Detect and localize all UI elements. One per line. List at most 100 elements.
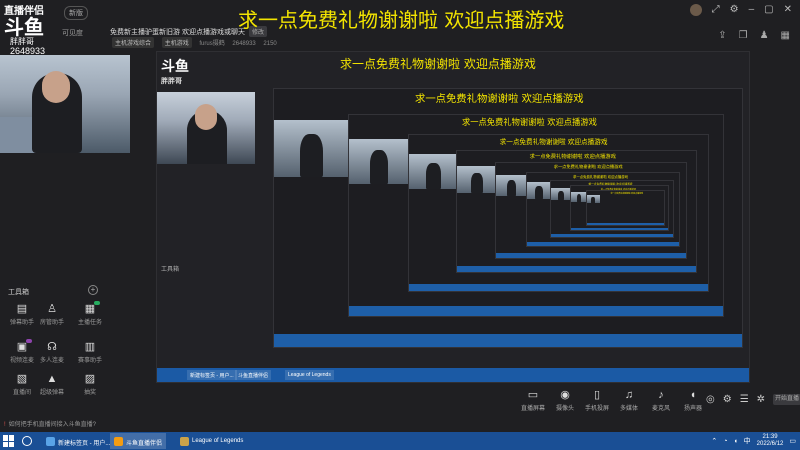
nested-webcam xyxy=(409,154,458,190)
tool-label: 直播间 xyxy=(12,390,31,396)
tool-button[interactable]: ♙ 房管助手 xyxy=(36,303,68,326)
webcam-overlay xyxy=(0,55,130,153)
preview-logo: 斗鱼 胖胖哥 xyxy=(161,56,189,86)
tool-button[interactable]: ☊ 多人连麦 xyxy=(36,341,68,364)
sliders-icon[interactable]: ☰ xyxy=(740,394,749,405)
action-screen-button[interactable]: ▭ 直播屏幕 xyxy=(520,389,546,412)
screen-icon: ▭ xyxy=(527,389,539,401)
followers-count: 2150 xyxy=(263,41,277,47)
microphone-icon: ♪ xyxy=(658,389,664,401)
subcategory-pill[interactable]: 主机游戏 xyxy=(161,37,192,48)
nested-webcam xyxy=(457,165,496,194)
preview-taskbar: 新建标签页 - 用户... 斗鱼直播伴侣 League of Legends xyxy=(157,368,749,382)
tray-expand-icon[interactable]: ⌃ xyxy=(711,437,717,445)
copy-icon[interactable]: ❐ xyxy=(739,30,748,41)
tool-button[interactable]: ▦ 主播任务 xyxy=(74,301,106,326)
tool-label: 多人连麦 xyxy=(39,358,64,364)
os-taskbar: 新建标签页 - 用户... 斗鱼直播伴侣 League of Legends ⌃… xyxy=(0,432,800,450)
clock-time: 21:39 xyxy=(762,434,778,440)
tools-add-icon[interactable]: + xyxy=(88,285,98,295)
action-label: 直播屏幕 xyxy=(520,406,545,412)
preview-taskbar-item: League of Legends xyxy=(285,370,334,380)
tool-button[interactable]: ▣ 视频连麦 xyxy=(6,339,38,364)
nested-banner: 求一点免费礼物谢谢啦 欢迎点播游戏 xyxy=(610,192,644,195)
nested-webcam xyxy=(571,191,587,202)
nested-banner: 求一点免费礼物谢谢啦 欢迎点播游戏 xyxy=(529,154,616,161)
notification-icon[interactable]: ▭ xyxy=(789,437,796,445)
preview-banner: 求一点免费礼物谢谢啦 欢迎点播游戏 xyxy=(340,57,536,71)
system-tray: ⌃ ◔ ◖ 中 21:39 2022/6/12 ▭ xyxy=(711,434,796,448)
taskbar-item-label: 新建标签页 - 用户... xyxy=(58,441,111,447)
nested-banner: 求一点免费礼物谢谢啦 欢迎点播游戏 xyxy=(499,138,608,147)
tool-button[interactable]: ▲ 超级弹幕 xyxy=(36,373,68,396)
nested-taskbar xyxy=(526,242,679,247)
visibility-label[interactable]: 可见度 xyxy=(62,28,83,38)
top-toolbar: ⇪ ❐ ♟ ▦ xyxy=(718,30,790,41)
tool-icon: ♙ xyxy=(47,303,57,315)
settings-icon[interactable]: ⚙ xyxy=(730,4,739,16)
people-icon[interactable]: ♟ xyxy=(760,30,769,41)
right-controls: ◎ ⚙ ☰ ✲ 开始直播 xyxy=(706,394,800,405)
taskbar-item-lol[interactable]: League of Legends xyxy=(176,433,247,449)
nested-banner: 求一点免费礼物谢谢啦 欢迎点播游戏 xyxy=(572,175,629,180)
taskbar-item-label: League of Legends xyxy=(192,438,244,444)
action-speaker-button[interactable]: ◖ 扬声器 xyxy=(680,389,706,412)
expand-icon[interactable]: ⤢ xyxy=(712,4,720,16)
share-icon[interactable]: ⇪ xyxy=(718,30,726,41)
tool-button[interactable]: ▧ 直播间 xyxy=(6,373,38,396)
help-notice[interactable]: ! 如何把手机直播间接入斗鱼直播? xyxy=(4,419,96,428)
minimize-icon[interactable]: – xyxy=(749,4,755,16)
stream-meta: 主机游戏综合 主机游戏 furus摄鹤 2648933 2150 xyxy=(112,37,283,48)
tool-button[interactable]: ▤ 弹幕助手 xyxy=(6,303,38,326)
stream-title-text: 免费新主播驴蛋新旧游 欢迎点播游戏或聊天 xyxy=(110,29,245,36)
new-badge xyxy=(26,339,32,343)
windows-start-icon[interactable] xyxy=(3,435,15,447)
nested-taskbar xyxy=(586,222,664,225)
action-mic-button[interactable]: ♪ 麦克风 xyxy=(648,389,674,412)
tool-button[interactable]: ▥ 赛事助手 xyxy=(74,341,106,364)
action-phone-button[interactable]: ▯ 手机投屏 xyxy=(584,389,610,412)
new-badge xyxy=(94,301,100,305)
tool-icon: ▤ xyxy=(16,303,28,315)
stream-user: furus摄鹤 xyxy=(199,41,225,47)
speaker-icon: ◖ xyxy=(689,389,697,401)
streamer-head xyxy=(42,71,70,103)
action-media-button[interactable]: ♫ 多媒体 xyxy=(616,389,642,412)
record-icon[interactable]: ◎ xyxy=(706,394,715,405)
nested-banner: 求一点免费礼物谢谢啦 欢迎点播游戏 xyxy=(415,93,584,105)
preview-webcam xyxy=(157,92,255,164)
category-pill[interactable]: 主机游戏综合 xyxy=(112,37,155,48)
search-icon[interactable] xyxy=(22,436,32,446)
close-icon[interactable]: ✕ xyxy=(784,4,792,16)
tool-icon: ▧ xyxy=(16,373,28,385)
taskbar-item-douyu[interactable]: 斗鱼直播伴侣 xyxy=(110,433,167,449)
user-avatar[interactable] xyxy=(689,4,702,16)
taskbar-item-browser[interactable]: 新建标签页 - 用户... xyxy=(42,433,114,449)
preview-streamer-head xyxy=(195,104,217,130)
preview-logo-text: 斗鱼 xyxy=(161,59,189,75)
start-live-button[interactable]: 开始直播 xyxy=(773,394,800,405)
nested-taskbar xyxy=(457,266,697,273)
network-icon[interactable]: ◔ xyxy=(723,438,727,445)
settings-small-icon[interactable]: ⚙ xyxy=(723,394,732,405)
tool-label: 弹幕助手 xyxy=(9,320,34,326)
ime-icon[interactable]: 中 xyxy=(744,436,751,446)
app-window: 直播伴侣 斗鱼 新版 可见度 胖胖哥 2648933 免费新主播驴蛋新旧游 欢迎… xyxy=(0,0,800,432)
maximize-icon[interactable]: ▢ xyxy=(764,4,773,16)
tool-button[interactable]: ▨ 抽奖 xyxy=(74,373,106,396)
stream-room: 2648933 xyxy=(232,41,256,47)
layout-icon[interactable]: ▦ xyxy=(781,30,790,41)
action-camera-button[interactable]: ◉ 摄像头 xyxy=(552,389,578,412)
version-badge[interactable]: 新版 xyxy=(64,6,88,20)
clock[interactable]: 21:39 2022/6/12 xyxy=(757,434,784,448)
nested-taskbar xyxy=(409,283,709,292)
tools-title: 工具箱 xyxy=(8,289,29,296)
nested-webcam xyxy=(274,120,350,178)
gear-icon[interactable]: ✲ xyxy=(757,394,765,405)
nested-taskbar xyxy=(349,305,724,316)
volume-icon[interactable]: ◖ xyxy=(733,438,737,445)
stream-preview[interactable]: 求一点免费礼物谢谢啦 欢迎点播游戏 斗鱼 胖胖哥 工具箱 求一点免费礼物谢谢啦 … xyxy=(156,51,750,383)
action-label: 扬声器 xyxy=(683,406,702,412)
tool-icon: ☊ xyxy=(47,341,57,353)
tool-icon: ▥ xyxy=(84,341,96,353)
